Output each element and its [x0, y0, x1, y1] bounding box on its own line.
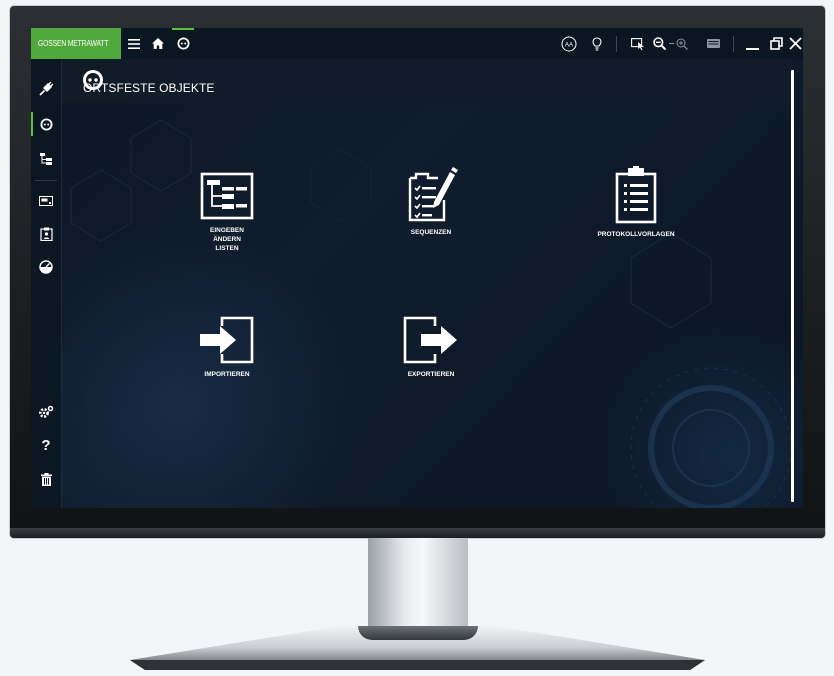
tile-eingeben-aendern-listen[interactable]: EINGEBEN ÄNDERN LISTEN: [172, 172, 282, 253]
checklist-pen-icon: [408, 167, 458, 222]
sidebar-item-socket[interactable]: [31, 109, 61, 139]
sidebar: ?: [31, 59, 62, 508]
device-icon: [39, 196, 53, 206]
sidebar-item-gauge[interactable]: [31, 252, 61, 282]
tile-label: EXPORTIEREN: [407, 371, 455, 378]
tile-label: SEQUENZEN: [410, 229, 452, 236]
lightbulb-icon[interactable]: [589, 28, 605, 59]
tree-icon: [40, 153, 52, 165]
tile-importieren[interactable]: IMPORTIEREN: [172, 316, 282, 379]
toolbar-divider: [614, 28, 618, 59]
brand-logo: GOSSEN METRAWATT: [31, 28, 121, 59]
help-icon: ?: [41, 436, 51, 454]
socket-icon: [40, 118, 52, 130]
hamburger-icon[interactable]: [125, 28, 143, 59]
monitor-stand-collar: [358, 626, 478, 640]
tile-label: PROTOKOLLVORLAGEN: [597, 231, 675, 238]
zoom-out-icon[interactable]: [651, 28, 667, 59]
tile-label: IMPORTIEREN: [204, 371, 250, 378]
brand-name: GOSSEN METRAWATT: [38, 39, 109, 48]
page-title: ORTSFESTE OBJEKTE: [83, 81, 215, 95]
tile-exportieren[interactable]: EXPORTIEREN: [376, 316, 486, 379]
export-icon: [403, 316, 457, 364]
aa-text-size-icon[interactable]: AA: [559, 28, 579, 59]
tree-list-icon: [200, 172, 254, 220]
pointer-select-icon[interactable]: [629, 28, 647, 59]
keyboard-icon[interactable]: [705, 28, 721, 59]
sidebar-item-trash[interactable]: [31, 464, 61, 494]
import-icon: [200, 316, 254, 364]
tile-label: EINGEBEN ÄNDERN LISTEN: [210, 227, 244, 252]
trash-icon: [40, 472, 52, 486]
sidebar-item-tree[interactable]: [31, 144, 61, 174]
svg-text:AA: AA: [565, 42, 573, 48]
zoom-in-icon[interactable]: [675, 28, 689, 59]
title-bar: GOSSEN METRAWATT AA: [31, 28, 803, 59]
app-screen: GOSSEN METRAWATT AA ? ORTSFESTE OBJEKTE …: [31, 28, 803, 508]
sidebar-item-help[interactable]: ?: [31, 430, 61, 460]
plug-icon: [39, 82, 53, 96]
clipboard-list-icon: [615, 166, 657, 224]
settings-icon: [39, 405, 54, 418]
sidebar-item-settings[interactable]: [31, 397, 61, 427]
sidebar-item-plug[interactable]: [31, 74, 61, 104]
tile-protokollvorlagen[interactable]: PROTOKOLLVORLAGEN: [581, 166, 691, 239]
gauge-icon: [39, 260, 53, 274]
zoom-slider-separator: [668, 28, 674, 59]
sidebar-divider: [35, 180, 57, 181]
minimize-icon[interactable]: [743, 28, 761, 59]
restore-icon[interactable]: [767, 28, 785, 59]
tile-sequenzen[interactable]: SEQUENZEN: [376, 166, 486, 237]
socket-icon[interactable]: [173, 28, 193, 59]
monitor-stand-neck: [368, 538, 468, 634]
close-icon[interactable]: [787, 28, 803, 59]
sidebar-item-clipboard-person[interactable]: [31, 219, 61, 249]
home-icon[interactable]: [149, 28, 167, 59]
sidebar-item-device[interactable]: [31, 186, 61, 216]
clipboard-person-icon: [39, 227, 53, 241]
scrollbar[interactable]: [791, 70, 794, 502]
toolbar-divider-2: [731, 28, 735, 59]
